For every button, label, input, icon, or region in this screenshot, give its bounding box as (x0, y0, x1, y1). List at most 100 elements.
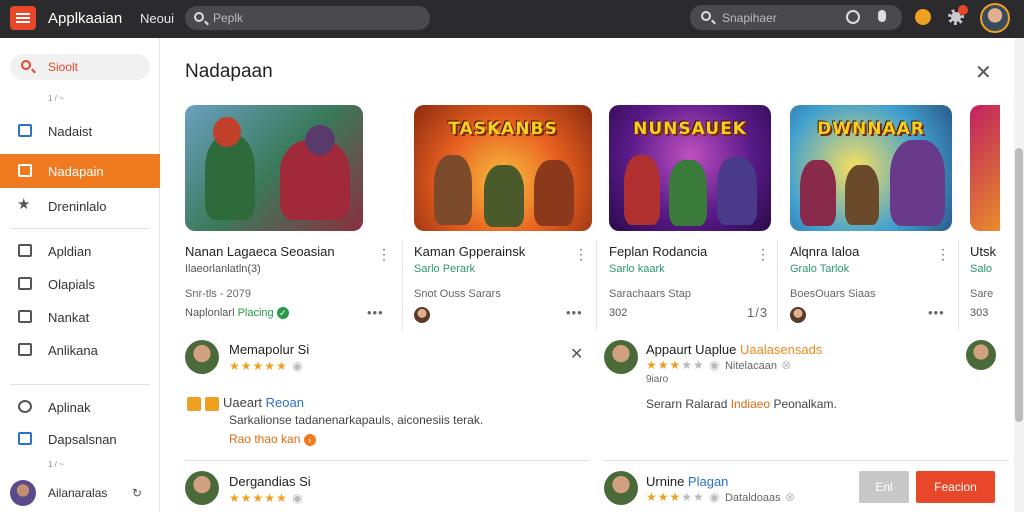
reviewer-name: Appaurt Uaplue Uaalasensads (646, 342, 822, 357)
check-icon: ✓ (276, 307, 289, 320)
reviewer-avatar[interactable] (966, 340, 996, 370)
primary-button[interactable]: Feacion (916, 471, 995, 503)
app-meta: Snot Ouss Sarars (414, 288, 501, 300)
app-card[interactable]: NUNSAUEK Feplan Rodancia Sarlo kaark Sar… (609, 105, 797, 330)
refresh-icon[interactable]: ↻ (132, 486, 142, 500)
app-meta: Snr-tls - 2079 (185, 288, 252, 300)
reviewer-name-text: Urnine (646, 474, 685, 489)
sidebar-item-label: Anlikana (48, 343, 98, 358)
game-thumbnail[interactable]: DWNNAAR (790, 105, 952, 231)
scrollbar-thumb[interactable] (1015, 148, 1023, 422)
app-meta: BoesOuars Siaas (790, 288, 876, 300)
briefcase-icon (18, 164, 32, 177)
review-link[interactable]: Rao thao kan › (229, 432, 316, 446)
info-icon: ◉ (709, 490, 721, 504)
game-thumbnail[interactable] (185, 105, 363, 231)
sidebar-item-label: Olapials (48, 277, 95, 292)
info-icon: ◉ (709, 358, 721, 372)
close-icon[interactable]: ⊗ (785, 490, 796, 504)
avatar (414, 307, 430, 323)
close-icon[interactable]: ✕ (570, 344, 583, 364)
page-count: 1/3 (747, 305, 769, 320)
reviewer-name-text: Appaurt Uaplue (646, 342, 737, 357)
search-input[interactable]: Peplk (185, 6, 430, 30)
lens-icon[interactable] (846, 10, 860, 24)
badge-text: Uaeart (223, 395, 263, 410)
sidebar-item-8[interactable]: Aplinak (0, 390, 160, 424)
game-thumbnail[interactable]: TASKANBS (414, 105, 592, 231)
reviewer-name: Urnine Plagan (646, 474, 728, 489)
app-footer (790, 307, 806, 323)
bars-icon (18, 277, 32, 290)
reviewer-avatar[interactable] (185, 471, 219, 505)
more-icon[interactable]: ••• (566, 305, 583, 320)
more-options-icon[interactable]: ⋮ (377, 246, 391, 263)
review-link-text[interactable]: Rao thao kan (229, 432, 300, 446)
sidebar-search-label: Sioolt (48, 60, 79, 74)
search-icon (21, 60, 31, 70)
card-divider (777, 240, 778, 330)
secondary-search-input[interactable]: Snapihaer (690, 5, 902, 30)
app-subtitle: Sarlo Perark (414, 263, 476, 275)
sidebar-divider (10, 228, 150, 229)
secondary-button[interactable]: Enl (859, 471, 909, 503)
app-footer: Naplonlarl Placing ✓ (185, 307, 289, 320)
app-footer (414, 307, 430, 323)
sidebar-item-3[interactable]: Dreninlalo (0, 189, 160, 223)
scrollbar[interactable] (1014, 38, 1024, 512)
sidebar-item-5[interactable]: Olapials (0, 267, 160, 301)
sidebar-item-4[interactable]: Apldian (0, 234, 160, 268)
reviewer-suffix: Si (297, 342, 310, 357)
app-card[interactable]: DWNNAAR Alqnra Ialoa Gralo Tarlok BoesOu… (790, 105, 978, 330)
game-thumbnail[interactable] (970, 105, 1000, 231)
card-divider (596, 240, 597, 330)
close-icon[interactable]: ✕ (975, 60, 992, 85)
review-divider (604, 460, 1009, 461)
grid-icon (18, 432, 32, 445)
sidebar-user[interactable]: Ailanaralas ↻ (10, 480, 150, 506)
sidebar-item-1[interactable]: Nadaist (0, 114, 160, 148)
sidebar-item-6[interactable]: Nankat (0, 300, 160, 334)
sidebar-item-7[interactable]: Anlikana (0, 333, 160, 367)
app-card[interactable]: Utsk Salo Sare 303 (970, 105, 1000, 330)
footer-text: Naplonlarl (185, 307, 235, 319)
more-options-icon[interactable]: ⋮ (756, 246, 770, 263)
sidebar-item-label: Dreninlalo (48, 199, 107, 214)
page-title: Nadapaan (185, 61, 273, 82)
stars-filled: ★★★★★ (229, 491, 288, 505)
badge-link[interactable]: Reoan (266, 395, 304, 410)
more-options-icon[interactable]: ⋮ (936, 246, 950, 263)
app-card[interactable]: Nanan Lagaeca Seoasian Ilaeorlanlatln(3)… (185, 105, 391, 330)
more-icon[interactable]: ••• (367, 305, 384, 320)
more-icon[interactable]: ••• (928, 305, 945, 320)
sidebar-item-2[interactable]: Nadapain (0, 154, 160, 188)
rating-stars: ★★★★★ ◉ Nitelacaan ⊗ (646, 358, 792, 372)
nav-link[interactable]: Neoui (140, 11, 174, 26)
app-meta: Sare (970, 288, 994, 300)
game-thumbnail[interactable]: NUNSAUEK (609, 105, 771, 231)
review-subtitle: 9iaro (646, 374, 669, 385)
menu-icon[interactable] (10, 6, 36, 30)
app-card[interactable]: TASKANBS Kaman Gpperainsk Sarlo Perark S… (414, 105, 602, 330)
close-icon[interactable]: ⊗ (781, 358, 792, 372)
sidebar-note: 1 / ~ (48, 94, 64, 103)
more-options-icon[interactable]: ⋮ (574, 246, 588, 263)
review-highlight: Indiaeo (730, 397, 771, 411)
reviewer-avatar[interactable] (604, 471, 638, 505)
sidebar-item-label: Nadapain (48, 164, 104, 179)
microphone-icon[interactable] (878, 10, 886, 22)
sidebar-search-button[interactable]: Sioolt (10, 54, 150, 80)
app-footer: 303 (970, 307, 989, 319)
avatar (790, 307, 806, 323)
app-subtitle: Salo (970, 263, 993, 275)
reviewer-name-text: Dergandias (229, 474, 296, 489)
review-badge: Uaeart Reoan (187, 395, 304, 411)
sidebar-item-label: Apldian (48, 244, 92, 259)
reviewer-avatar[interactable] (604, 340, 638, 374)
user-avatar[interactable] (980, 3, 1010, 33)
coin-icon[interactable] (915, 9, 931, 25)
app-name: Kaman Gpperainsk (414, 244, 526, 259)
sidebar-item-9[interactable]: Dapsalsnan (0, 422, 160, 456)
sidebar-note: 1 / ~ (48, 460, 64, 469)
reviewer-avatar[interactable] (185, 340, 219, 374)
